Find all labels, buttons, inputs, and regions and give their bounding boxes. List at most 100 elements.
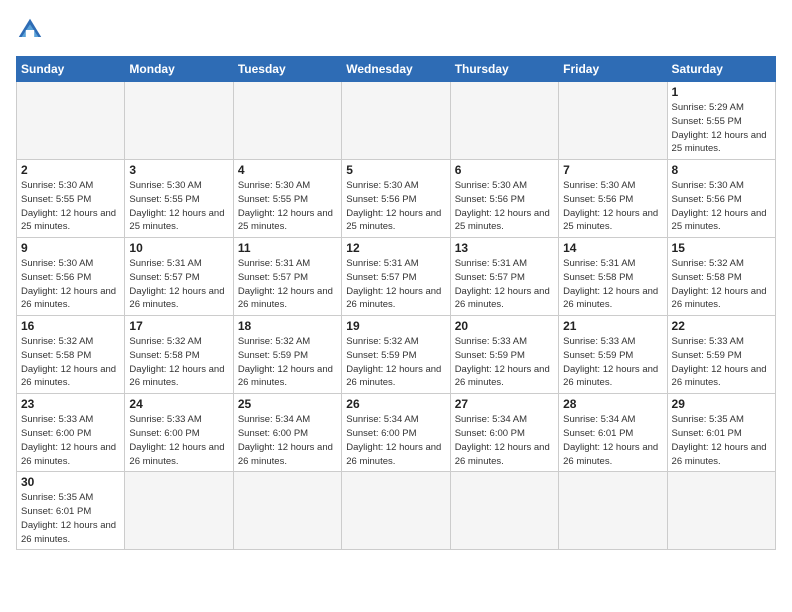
- calendar-header-thursday: Thursday: [450, 57, 558, 82]
- day-number: 23: [21, 397, 120, 411]
- calendar-day-cell: 16Sunrise: 5:32 AM Sunset: 5:58 PM Dayli…: [17, 316, 125, 394]
- day-number: 5: [346, 163, 445, 177]
- calendar-day-cell: 27 Sunrise: 5:34 AM Sunset: 6:00 PM Dayli…: [450, 394, 558, 472]
- day-number: 29: [672, 397, 771, 411]
- day-info: Sunrise: 5:33 AM Sunset: 6:00 PM Dayligh…: [129, 413, 228, 468]
- day-number: 2: [21, 163, 120, 177]
- calendar-header-saturday: Saturday: [667, 57, 775, 82]
- day-number: 21: [563, 319, 662, 333]
- day-info: Sunrise: 5:30 AM Sunset: 5:55 PM Dayligh…: [21, 179, 120, 234]
- day-info: Sunrise: 5:32 AM Sunset: 5:58 PM Dayligh…: [672, 257, 771, 312]
- calendar-day-cell: 8 Sunrise: 5:30 AM Sunset: 5:56 PM Daylig…: [667, 160, 775, 238]
- calendar-day-cell: 17 Sunrise: 5:32 AM Sunset: 5:58 PM Dayli…: [125, 316, 233, 394]
- day-info: Sunrise: 5:30 AM Sunset: 5:55 PM Dayligh…: [129, 179, 228, 234]
- day-info: Sunrise: 5:30 AM Sunset: 5:56 PM Dayligh…: [21, 257, 120, 312]
- day-number: 12: [346, 241, 445, 255]
- day-number: 10: [129, 241, 228, 255]
- day-info: Sunrise: 5:30 AM Sunset: 5:55 PM Dayligh…: [238, 179, 337, 234]
- calendar-day-cell: 2 Sunrise: 5:30 AM Sunset: 5:55 PM Daylig…: [17, 160, 125, 238]
- day-info: Sunrise: 5:33 AM Sunset: 5:59 PM Dayligh…: [455, 335, 554, 390]
- logo-icon: [16, 16, 44, 44]
- calendar-day-cell: 9 Sunrise: 5:30 AM Sunset: 5:56 PM Daylig…: [17, 238, 125, 316]
- calendar-week-row: 30Sunrise: 5:35 AM Sunset: 6:01 PM Dayli…: [17, 472, 776, 550]
- calendar-day-cell: 24 Sunrise: 5:33 AM Sunset: 6:00 PM Dayli…: [125, 394, 233, 472]
- calendar-day-cell: [559, 472, 667, 550]
- calendar-week-row: 2 Sunrise: 5:30 AM Sunset: 5:55 PM Daylig…: [17, 160, 776, 238]
- day-number: 6: [455, 163, 554, 177]
- calendar-day-cell: 28Sunrise: 5:34 AM Sunset: 6:01 PM Dayli…: [559, 394, 667, 472]
- calendar-day-cell: [450, 82, 558, 160]
- calendar-day-cell: 30Sunrise: 5:35 AM Sunset: 6:01 PM Dayli…: [17, 472, 125, 550]
- day-number: 9: [21, 241, 120, 255]
- day-info: Sunrise: 5:31 AM Sunset: 5:57 PM Dayligh…: [129, 257, 228, 312]
- day-info: Sunrise: 5:34 AM Sunset: 6:00 PM Dayligh…: [346, 413, 445, 468]
- calendar-day-cell: 3 Sunrise: 5:30 AM Sunset: 5:55 PM Daylig…: [125, 160, 233, 238]
- calendar-table: SundayMondayTuesdayWednesdayThursdayFrid…: [16, 56, 776, 550]
- calendar-week-row: 1 Sunrise: 5:29 AM Sunset: 5:55 PM Daylig…: [17, 82, 776, 160]
- logo: [16, 16, 48, 44]
- day-number: 14: [563, 241, 662, 255]
- day-info: Sunrise: 5:30 AM Sunset: 5:56 PM Dayligh…: [672, 179, 771, 234]
- calendar-day-cell: 23Sunrise: 5:33 AM Sunset: 6:00 PM Dayli…: [17, 394, 125, 472]
- calendar-day-cell: [233, 82, 341, 160]
- calendar-day-cell: [450, 472, 558, 550]
- calendar-day-cell: 1 Sunrise: 5:29 AM Sunset: 5:55 PM Daylig…: [667, 82, 775, 160]
- day-number: 13: [455, 241, 554, 255]
- day-number: 11: [238, 241, 337, 255]
- day-info: Sunrise: 5:30 AM Sunset: 5:56 PM Dayligh…: [455, 179, 554, 234]
- calendar-week-row: 16Sunrise: 5:32 AM Sunset: 5:58 PM Dayli…: [17, 316, 776, 394]
- day-info: Sunrise: 5:34 AM Sunset: 6:00 PM Dayligh…: [455, 413, 554, 468]
- calendar-day-cell: 26 Sunrise: 5:34 AM Sunset: 6:00 PM Dayli…: [342, 394, 450, 472]
- day-number: 1: [672, 85, 771, 99]
- calendar-day-cell: [559, 82, 667, 160]
- calendar-day-cell: 6 Sunrise: 5:30 AM Sunset: 5:56 PM Daylig…: [450, 160, 558, 238]
- calendar-day-cell: 22Sunrise: 5:33 AM Sunset: 5:59 PM Dayli…: [667, 316, 775, 394]
- calendar-week-row: 23 Sunrise: 5:33 AM Sunset: 6:00 PM Dayli…: [17, 394, 776, 472]
- day-info: Sunrise: 5:31 AM Sunset: 5:58 PM Dayligh…: [563, 257, 662, 312]
- day-number: 3: [129, 163, 228, 177]
- day-info: Sunrise: 5:33 AM Sunset: 5:59 PM Dayligh…: [563, 335, 662, 390]
- day-info: Sunrise: 5:31 AM Sunset: 5:57 PM Dayligh…: [238, 257, 337, 312]
- day-number: 17: [129, 319, 228, 333]
- calendar-day-cell: [125, 82, 233, 160]
- calendar-day-cell: 12 Sunrise: 5:31 AM Sunset: 5:57 PM Dayli…: [342, 238, 450, 316]
- calendar-day-cell: 29 Sunrise: 5:35 AM Sunset: 6:01 PM Dayli…: [667, 394, 775, 472]
- day-info: Sunrise: 5:34 AM Sunset: 6:01 PM Dayligh…: [563, 413, 662, 468]
- day-number: 24: [129, 397, 228, 411]
- calendar-day-cell: 18Sunrise: 5:32 AM Sunset: 5:59 PM Dayli…: [233, 316, 341, 394]
- calendar-day-cell: [342, 472, 450, 550]
- day-number: 7: [563, 163, 662, 177]
- calendar-day-cell: 11 Sunrise: 5:31 AM Sunset: 5:57 PM Dayli…: [233, 238, 341, 316]
- calendar-day-cell: 25 Sunrise: 5:34 AM Sunset: 6:00 PM Dayli…: [233, 394, 341, 472]
- day-info: Sunrise: 5:32 AM Sunset: 5:59 PM Dayligh…: [346, 335, 445, 390]
- calendar-day-cell: 7 Sunrise: 5:30 AM Sunset: 5:56 PM Daylig…: [559, 160, 667, 238]
- day-info: Sunrise: 5:35 AM Sunset: 6:01 PM Dayligh…: [672, 413, 771, 468]
- day-number: 26: [346, 397, 445, 411]
- day-number: 19: [346, 319, 445, 333]
- calendar-day-cell: 5 Sunrise: 5:30 AM Sunset: 5:56 PM Daylig…: [342, 160, 450, 238]
- day-number: 25: [238, 397, 337, 411]
- day-info: Sunrise: 5:31 AM Sunset: 5:57 PM Dayligh…: [346, 257, 445, 312]
- day-info: Sunrise: 5:29 AM Sunset: 5:55 PM Dayligh…: [672, 101, 771, 156]
- day-number: 8: [672, 163, 771, 177]
- calendar-header-wednesday: Wednesday: [342, 57, 450, 82]
- day-info: Sunrise: 5:32 AM Sunset: 5:58 PM Dayligh…: [129, 335, 228, 390]
- calendar-day-cell: [233, 472, 341, 550]
- day-number: 4: [238, 163, 337, 177]
- day-number: 30: [21, 475, 120, 489]
- day-info: Sunrise: 5:30 AM Sunset: 5:56 PM Dayligh…: [346, 179, 445, 234]
- day-info: Sunrise: 5:32 AM Sunset: 5:58 PM Dayligh…: [21, 335, 120, 390]
- calendar-header-tuesday: Tuesday: [233, 57, 341, 82]
- calendar-day-cell: 20 Sunrise: 5:33 AM Sunset: 5:59 PM Dayli…: [450, 316, 558, 394]
- calendar-day-cell: [125, 472, 233, 550]
- calendar-header-row: SundayMondayTuesdayWednesdayThursdayFrid…: [17, 57, 776, 82]
- calendar-day-cell: 21 Sunrise: 5:33 AM Sunset: 5:59 PM Dayli…: [559, 316, 667, 394]
- calendar-header-sunday: Sunday: [17, 57, 125, 82]
- day-number: 20: [455, 319, 554, 333]
- day-info: Sunrise: 5:30 AM Sunset: 5:56 PM Dayligh…: [563, 179, 662, 234]
- calendar-day-cell: 13Sunrise: 5:31 AM Sunset: 5:57 PM Dayli…: [450, 238, 558, 316]
- day-info: Sunrise: 5:34 AM Sunset: 6:00 PM Dayligh…: [238, 413, 337, 468]
- day-number: 15: [672, 241, 771, 255]
- day-number: 27: [455, 397, 554, 411]
- calendar-day-cell: [17, 82, 125, 160]
